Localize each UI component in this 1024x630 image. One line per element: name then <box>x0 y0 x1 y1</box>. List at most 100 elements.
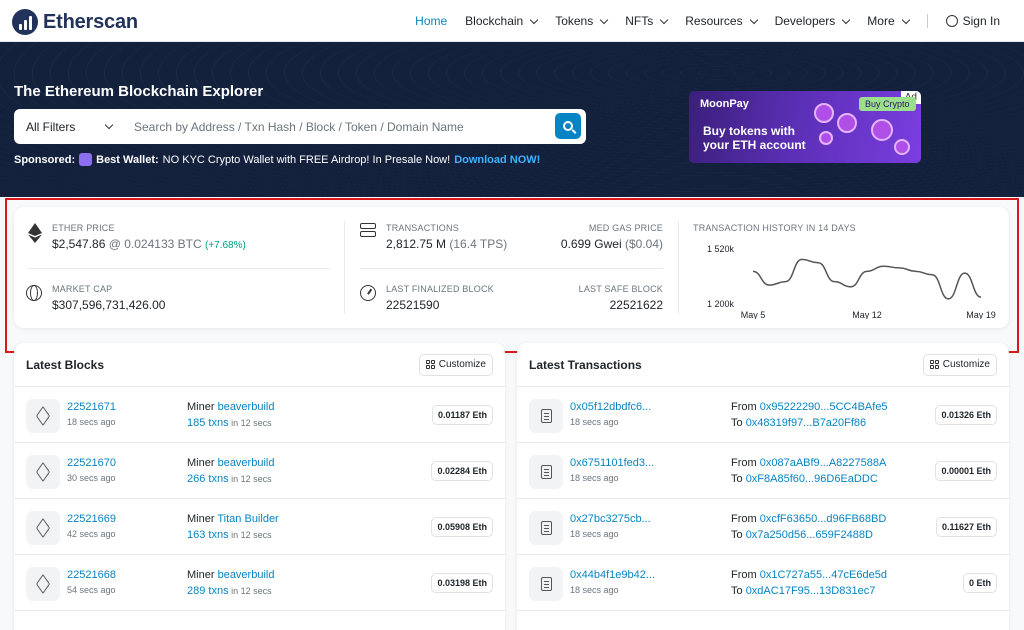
block-number-link[interactable]: 22521668 <box>67 569 116 581</box>
document-icon <box>540 465 552 479</box>
block-age: 54 secs ago <box>67 585 116 595</box>
block-number-link[interactable]: 22521670 <box>67 457 116 469</box>
cube-icon-box <box>26 511 60 545</box>
chevron-down-icon <box>105 120 114 130</box>
txn-line: 266 txns in 12 secs <box>187 473 272 485</box>
miner-link[interactable]: beaverbuild <box>218 457 275 469</box>
txns-link[interactable]: 185 txns <box>187 417 229 429</box>
chevron-down-icon <box>842 15 851 24</box>
search-button[interactable] <box>555 113 581 139</box>
grid-icon <box>929 360 939 369</box>
nav-menu: Home Blockchain Tokens NFTs Resources De… <box>415 0 1000 42</box>
cube-icon-box <box>26 399 60 433</box>
from-line: From 0xcfF63650...d96FB68BD <box>731 513 887 525</box>
to-line: To 0x48319f97...B7a20Ff86 <box>731 417 867 429</box>
highlight-box <box>5 198 1019 353</box>
block-age: 30 secs ago <box>67 473 116 483</box>
block-reward-badge: 0.02284 Eth <box>431 461 493 481</box>
document-icon <box>540 409 552 423</box>
tx-hash-link[interactable]: 0x27bc3275cb... <box>570 513 651 525</box>
tx-amount-badge: 0.01326 Eth <box>935 405 997 425</box>
nav-divider <box>926 14 928 28</box>
cube-icon <box>36 462 50 482</box>
sponsored-text: NO KYC Crypto Wallet with FREE Airdrop! … <box>162 153 451 166</box>
logo[interactable]: Etherscan <box>12 9 138 35</box>
tx-amount-badge: 0 Eth <box>962 573 997 593</box>
miner-line: Miner beaverbuild <box>187 457 275 469</box>
ad-buy-button[interactable]: Buy Crypto <box>859 97 916 111</box>
to-address-link[interactable]: 0x7a250d56...659F2488D <box>746 529 873 541</box>
cube-icon <box>36 518 50 538</box>
search-icon <box>563 121 573 131</box>
block-reward-badge: 0.03198 Eth <box>431 573 493 593</box>
miner-link[interactable]: beaverbuild <box>218 401 275 413</box>
tx-amount-badge: 0.00001 Eth <box>935 461 997 481</box>
coin-icon <box>837 113 857 133</box>
txns-link[interactable]: 289 txns <box>187 585 229 597</box>
from-address-link[interactable]: 0x087aABf9...A8227588A <box>760 457 887 469</box>
search-input[interactable] <box>134 119 554 134</box>
latest-blocks-title: Latest Blocks <box>26 357 105 372</box>
miner-link[interactable]: beaverbuild <box>218 569 275 581</box>
ad-brand: MoonPay <box>700 98 749 110</box>
customize-blocks-button[interactable]: Customize <box>418 353 493 376</box>
search-filter-select[interactable]: All Filters <box>14 109 120 144</box>
nav-item-resources[interactable]: Resources <box>685 14 758 28</box>
logo-text: Etherscan <box>43 10 138 33</box>
latest-transactions-title: Latest Transactions <box>529 357 642 372</box>
sponsored-download-link[interactable]: Download NOW! <box>454 154 540 166</box>
chevron-down-icon <box>529 15 539 24</box>
from-address-link[interactable]: 0x1C727a55...47cE6de5d <box>760 569 887 581</box>
customize-transactions-button[interactable]: Customize <box>922 353 997 376</box>
txns-link[interactable]: 163 txns <box>187 529 229 541</box>
search-bar: All Filters <box>14 109 586 144</box>
block-row: 22521671 18 secs ago Miner beaverbuild 185 … <box>14 387 505 443</box>
nav-item-tokens[interactable]: Tokens <box>555 14 609 28</box>
transaction-row: 0x27bc3275cb... 18 secs ago From 0xcfF6365… <box>517 499 1009 555</box>
from-line: From 0x087aABf9...A8227588A <box>731 457 887 469</box>
coin-icon <box>819 131 833 145</box>
coin-icon <box>814 103 834 123</box>
to-address-link[interactable]: 0xF8A85f60...96D6EaDDC <box>746 473 878 485</box>
sponsored-name: Best Wallet: <box>96 153 159 166</box>
top-navbar: Etherscan Home Blockchain Tokens NFTs Re… <box>0 0 1024 42</box>
nav-item-home[interactable]: Home <box>415 14 447 28</box>
tx-age: 18 secs ago <box>570 585 619 595</box>
tx-age: 18 secs ago <box>570 529 619 539</box>
to-address-link[interactable]: 0xdAC17F95...13D831ec7 <box>746 585 876 597</box>
from-address-link[interactable]: 0xcfF63650...d96FB68BD <box>760 513 887 525</box>
cube-icon <box>36 406 50 426</box>
nav-item-nfts[interactable]: NFTs <box>625 14 669 28</box>
block-age: 42 secs ago <box>67 529 116 539</box>
hero-banner: The Ethereum Blockchain Explorer All Fil… <box>0 42 1024 197</box>
block-number-link[interactable]: 22521669 <box>67 513 116 525</box>
to-address-link[interactable]: 0x48319f97...B7a20Ff86 <box>746 417 866 429</box>
txns-link[interactable]: 266 txns <box>187 473 229 485</box>
document-icon-box <box>529 455 563 489</box>
document-icon-box <box>529 567 563 601</box>
chevron-down-icon <box>901 15 910 24</box>
nav-item-blockchain[interactable]: Blockchain <box>465 14 539 28</box>
miner-line: Miner Titan Builder <box>187 513 279 525</box>
document-icon-box <box>529 399 563 433</box>
nav-item-developers[interactable]: Developers <box>775 14 851 28</box>
grid-icon <box>425 360 435 369</box>
sponsored-banner: Sponsored: Best Wallet: NO KYC Crypto Wa… <box>14 153 541 166</box>
tx-hash-link[interactable]: 0x44b4f1e9b42... <box>570 569 655 581</box>
nav-item-more[interactable]: More <box>867 14 910 28</box>
block-row: 22521668 54 secs ago Miner beaverbuild 289 … <box>14 555 505 611</box>
user-circle-icon <box>945 15 958 27</box>
block-list: 22521671 18 secs ago Miner beaverbuild 185 … <box>14 387 505 611</box>
from-address-link[interactable]: 0x95222290...5CC4BAfe5 <box>760 401 888 413</box>
transaction-row: 0x6751101fed3... 18 secs ago From 0x087aAB… <box>517 443 1009 499</box>
transaction-list: 0x05f12dbdfc6... 18 secs ago From 0x952222… <box>517 387 1009 611</box>
moonpay-ad-banner[interactable]: Ad MoonPay Buy Crypto Buy tokens with yo… <box>689 91 921 163</box>
document-icon-box <box>529 511 563 545</box>
to-line: To 0x7a250d56...659F2488D <box>731 529 873 541</box>
tx-hash-link[interactable]: 0x05f12dbdfc6... <box>570 401 651 413</box>
tx-hash-link[interactable]: 0x6751101fed3... <box>570 457 654 469</box>
block-number-link[interactable]: 22521671 <box>67 401 116 413</box>
miner-link[interactable]: Titan Builder <box>217 513 278 525</box>
coin-icon <box>871 119 893 141</box>
sign-in-link[interactable]: Sign In <box>945 14 1000 28</box>
